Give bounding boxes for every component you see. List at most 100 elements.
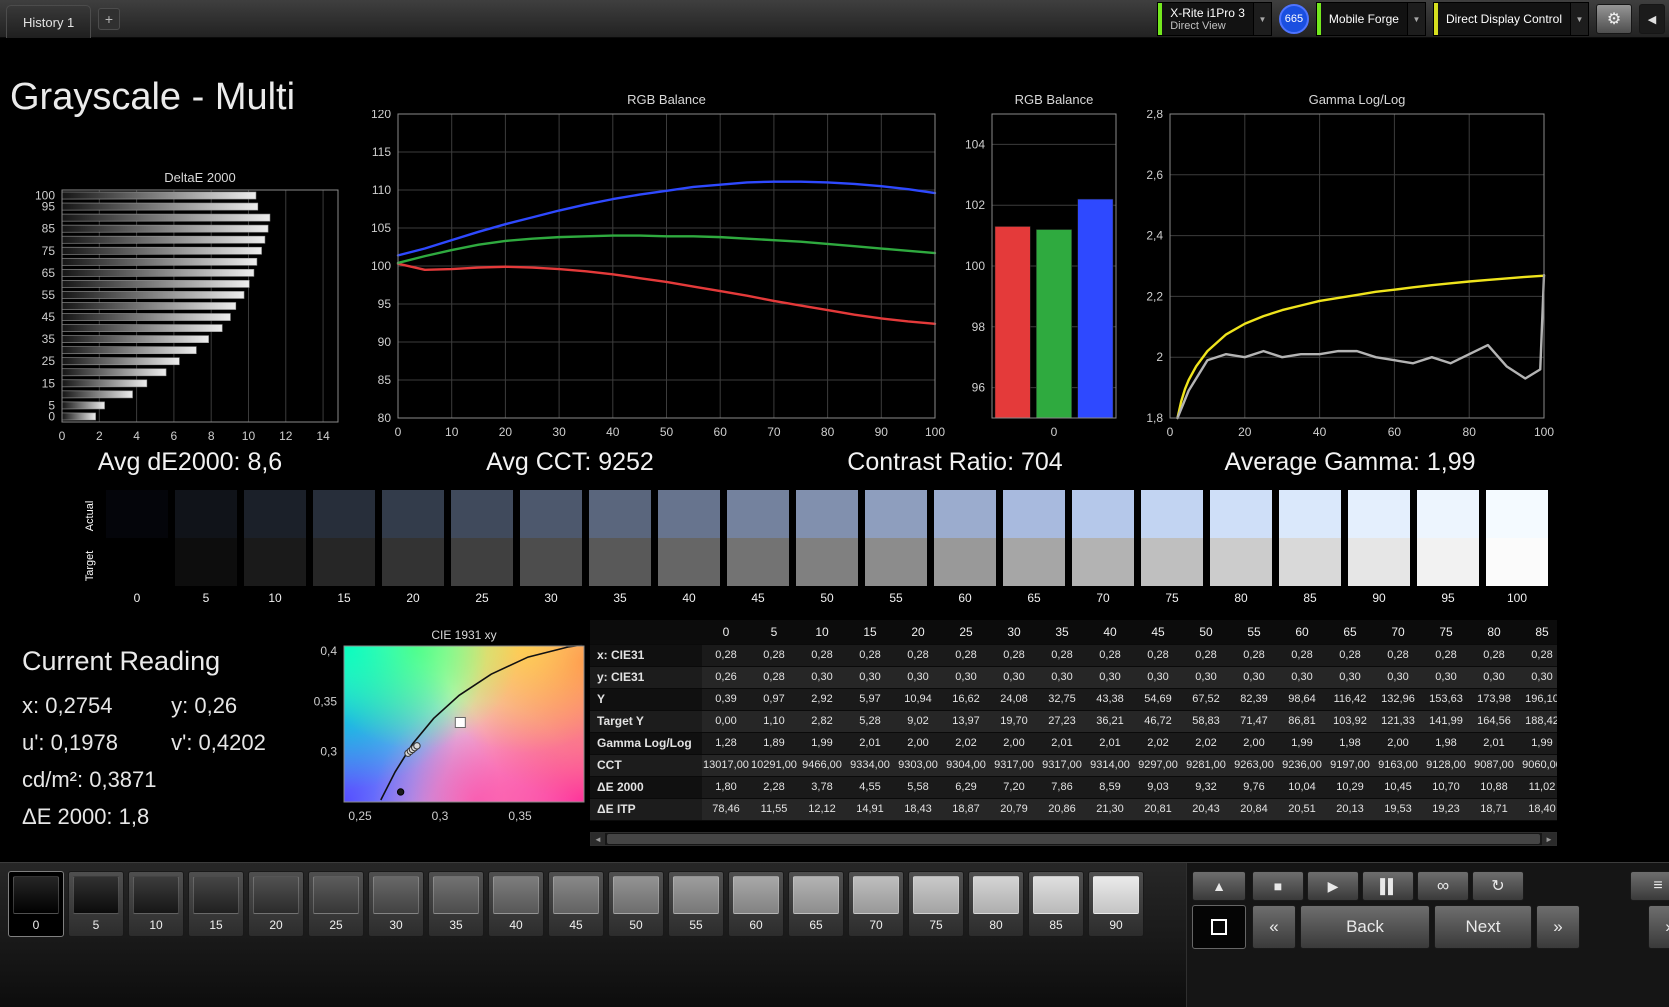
- table-column-header-75[interactable]: 75: [1422, 620, 1470, 644]
- pause-button[interactable]: ▌▌: [1362, 871, 1414, 901]
- table-column-header-10[interactable]: 10: [798, 620, 846, 644]
- table-column-header-80[interactable]: 80: [1470, 620, 1518, 644]
- pattern-level-button-35[interactable]: 35: [428, 871, 484, 937]
- meter-count-badge[interactable]: 665: [1279, 4, 1309, 34]
- swatch-actual-color: [451, 490, 513, 538]
- table-cell: 9334,00: [846, 754, 894, 776]
- avg-cct-stat: Avg CCT: 9252: [380, 448, 760, 480]
- scrollbar-thumb[interactable]: [607, 834, 1540, 844]
- next-skip-button[interactable]: »: [1536, 905, 1580, 949]
- table-cell: 20,51: [1278, 798, 1326, 820]
- pattern-level-button-65[interactable]: 65: [788, 871, 844, 937]
- table-cell: 1,10: [750, 710, 798, 732]
- play-button[interactable]: ▶: [1307, 871, 1359, 901]
- table-cell: 1,99: [798, 732, 846, 754]
- table-column-header-40[interactable]: 40: [1086, 620, 1134, 644]
- swatch-target-color: [1072, 538, 1134, 586]
- source-selector[interactable]: Mobile Forge ▼: [1316, 2, 1426, 36]
- pattern-level-button-20[interactable]: 20: [248, 871, 304, 937]
- deltae-bar-chart: DeltaE 200002468101214100958575655545352…: [18, 170, 358, 448]
- pattern-level-button-0[interactable]: 0: [8, 871, 64, 937]
- svg-text:0: 0: [1167, 425, 1174, 439]
- table-row: CCT13017,0010291,009466,009334,009303,00…: [590, 754, 1557, 776]
- next-button[interactable]: Next: [1434, 905, 1532, 949]
- svg-text:60: 60: [1388, 425, 1402, 439]
- table-cell: 9,32: [1182, 776, 1230, 798]
- reading-de2000: ΔE 2000: 1,8: [22, 804, 266, 830]
- pattern-level-button-15[interactable]: 15: [188, 871, 244, 937]
- pattern-level-button-40[interactable]: 40: [488, 871, 544, 937]
- table-horizontal-scrollbar[interactable]: ◄ ►: [590, 832, 1557, 846]
- pattern-window-button[interactable]: [1192, 905, 1246, 949]
- tab-history-1[interactable]: History 1: [6, 5, 91, 38]
- pattern-level-button-10[interactable]: 10: [128, 871, 184, 937]
- scroll-up-button[interactable]: ▲: [1192, 871, 1246, 901]
- table-cell: 21,30: [1086, 798, 1134, 820]
- table-cell: 173,98: [1470, 688, 1518, 710]
- pattern-level-button-55[interactable]: 55: [668, 871, 724, 937]
- table-column-header-0[interactable]: 0: [702, 620, 750, 644]
- pattern-level-button-80[interactable]: 80: [968, 871, 1024, 937]
- svg-text:2,8: 2,8: [1146, 110, 1163, 121]
- swatch-level-label: 35: [589, 591, 651, 605]
- table-cell: 12,12: [798, 798, 846, 820]
- swatch-target-color: [244, 538, 306, 586]
- table-column-header-35[interactable]: 35: [1038, 620, 1086, 644]
- table-column-header-60[interactable]: 60: [1278, 620, 1326, 644]
- pattern-level-button-90[interactable]: 90: [1088, 871, 1144, 937]
- stop-button[interactable]: ■: [1252, 871, 1304, 901]
- table-column-header-65[interactable]: 65: [1326, 620, 1374, 644]
- table-column-header-20[interactable]: 20: [894, 620, 942, 644]
- pattern-level-button-60[interactable]: 60: [728, 871, 784, 937]
- scroll-right-arrow[interactable]: ►: [1542, 833, 1556, 845]
- chevron-down-icon[interactable]: ▼: [1407, 3, 1425, 35]
- loop-button[interactable]: ↻: [1472, 871, 1524, 901]
- table-column-header-30[interactable]: 30: [990, 620, 1038, 644]
- toolbar-edge-button[interactable]: ≡: [1630, 871, 1669, 901]
- top-bar: History 1 + X-Rite i1Pro 3 Direct View ▼…: [0, 0, 1669, 38]
- chevron-down-icon[interactable]: ▼: [1570, 3, 1588, 35]
- table-column-header-5[interactable]: 5: [750, 620, 798, 644]
- scroll-left-arrow[interactable]: ◄: [591, 833, 605, 845]
- pattern-level-button-45[interactable]: 45: [548, 871, 604, 937]
- chevrons-right-icon: »: [1553, 917, 1562, 937]
- pattern-level-button-50[interactable]: 50: [608, 871, 664, 937]
- pattern-level-button-85[interactable]: 85: [1028, 871, 1084, 937]
- continuous-measure-button[interactable]: ∞: [1417, 871, 1469, 901]
- table-column-header-50[interactable]: 50: [1182, 620, 1230, 644]
- table-cell: 86,81: [1278, 710, 1326, 732]
- display-control-selector[interactable]: Direct Display Control ▼: [1433, 2, 1589, 36]
- next-skip-edge-button[interactable]: »: [1648, 905, 1669, 949]
- table-cell: 10,70: [1422, 776, 1470, 798]
- pattern-level-button-5[interactable]: 5: [68, 871, 124, 937]
- grayscale-swatch-strip: 0510152025303540455055606570758085909510…: [106, 490, 1548, 605]
- svg-text:100: 100: [1534, 425, 1554, 439]
- pattern-level-button-25[interactable]: 25: [308, 871, 364, 937]
- table-column-header-15[interactable]: 15: [846, 620, 894, 644]
- table-column-header-45[interactable]: 45: [1134, 620, 1182, 644]
- back-skip-button[interactable]: «: [1252, 905, 1296, 949]
- table-column-header-55[interactable]: 55: [1230, 620, 1278, 644]
- back-button[interactable]: Back: [1300, 905, 1430, 949]
- pattern-level-button-75[interactable]: 75: [908, 871, 964, 937]
- svg-text:0: 0: [1051, 425, 1058, 439]
- add-tab-button[interactable]: +: [98, 8, 120, 30]
- table-column-header-25[interactable]: 25: [942, 620, 990, 644]
- table-cell: 0,28: [1422, 644, 1470, 666]
- swatch-target-color: [589, 538, 651, 586]
- table-column-header-85[interactable]: 85: [1518, 620, 1557, 644]
- svg-text:115: 115: [372, 145, 391, 159]
- table-column-header-70[interactable]: 70: [1374, 620, 1422, 644]
- table-row: Target Y0,001,102,825,289,0213,9719,7027…: [590, 710, 1557, 732]
- grayscale-swatch-75: 75: [1141, 490, 1203, 605]
- chevron-down-icon[interactable]: ▼: [1253, 3, 1271, 35]
- pattern-level-button-70[interactable]: 70: [848, 871, 904, 937]
- table-cell: 10,04: [1278, 776, 1326, 798]
- settings-gear-button[interactable]: ⚙: [1596, 4, 1632, 34]
- contrast-ratio-stat: Contrast Ratio: 704: [760, 448, 1150, 480]
- collapse-panel-button[interactable]: ◀: [1639, 4, 1665, 34]
- meter-selector[interactable]: X-Rite i1Pro 3 Direct View ▼: [1157, 2, 1272, 36]
- table-row-label: CCT: [590, 754, 702, 776]
- table-cell: 1,99: [1518, 732, 1557, 754]
- pattern-level-button-30[interactable]: 30: [368, 871, 424, 937]
